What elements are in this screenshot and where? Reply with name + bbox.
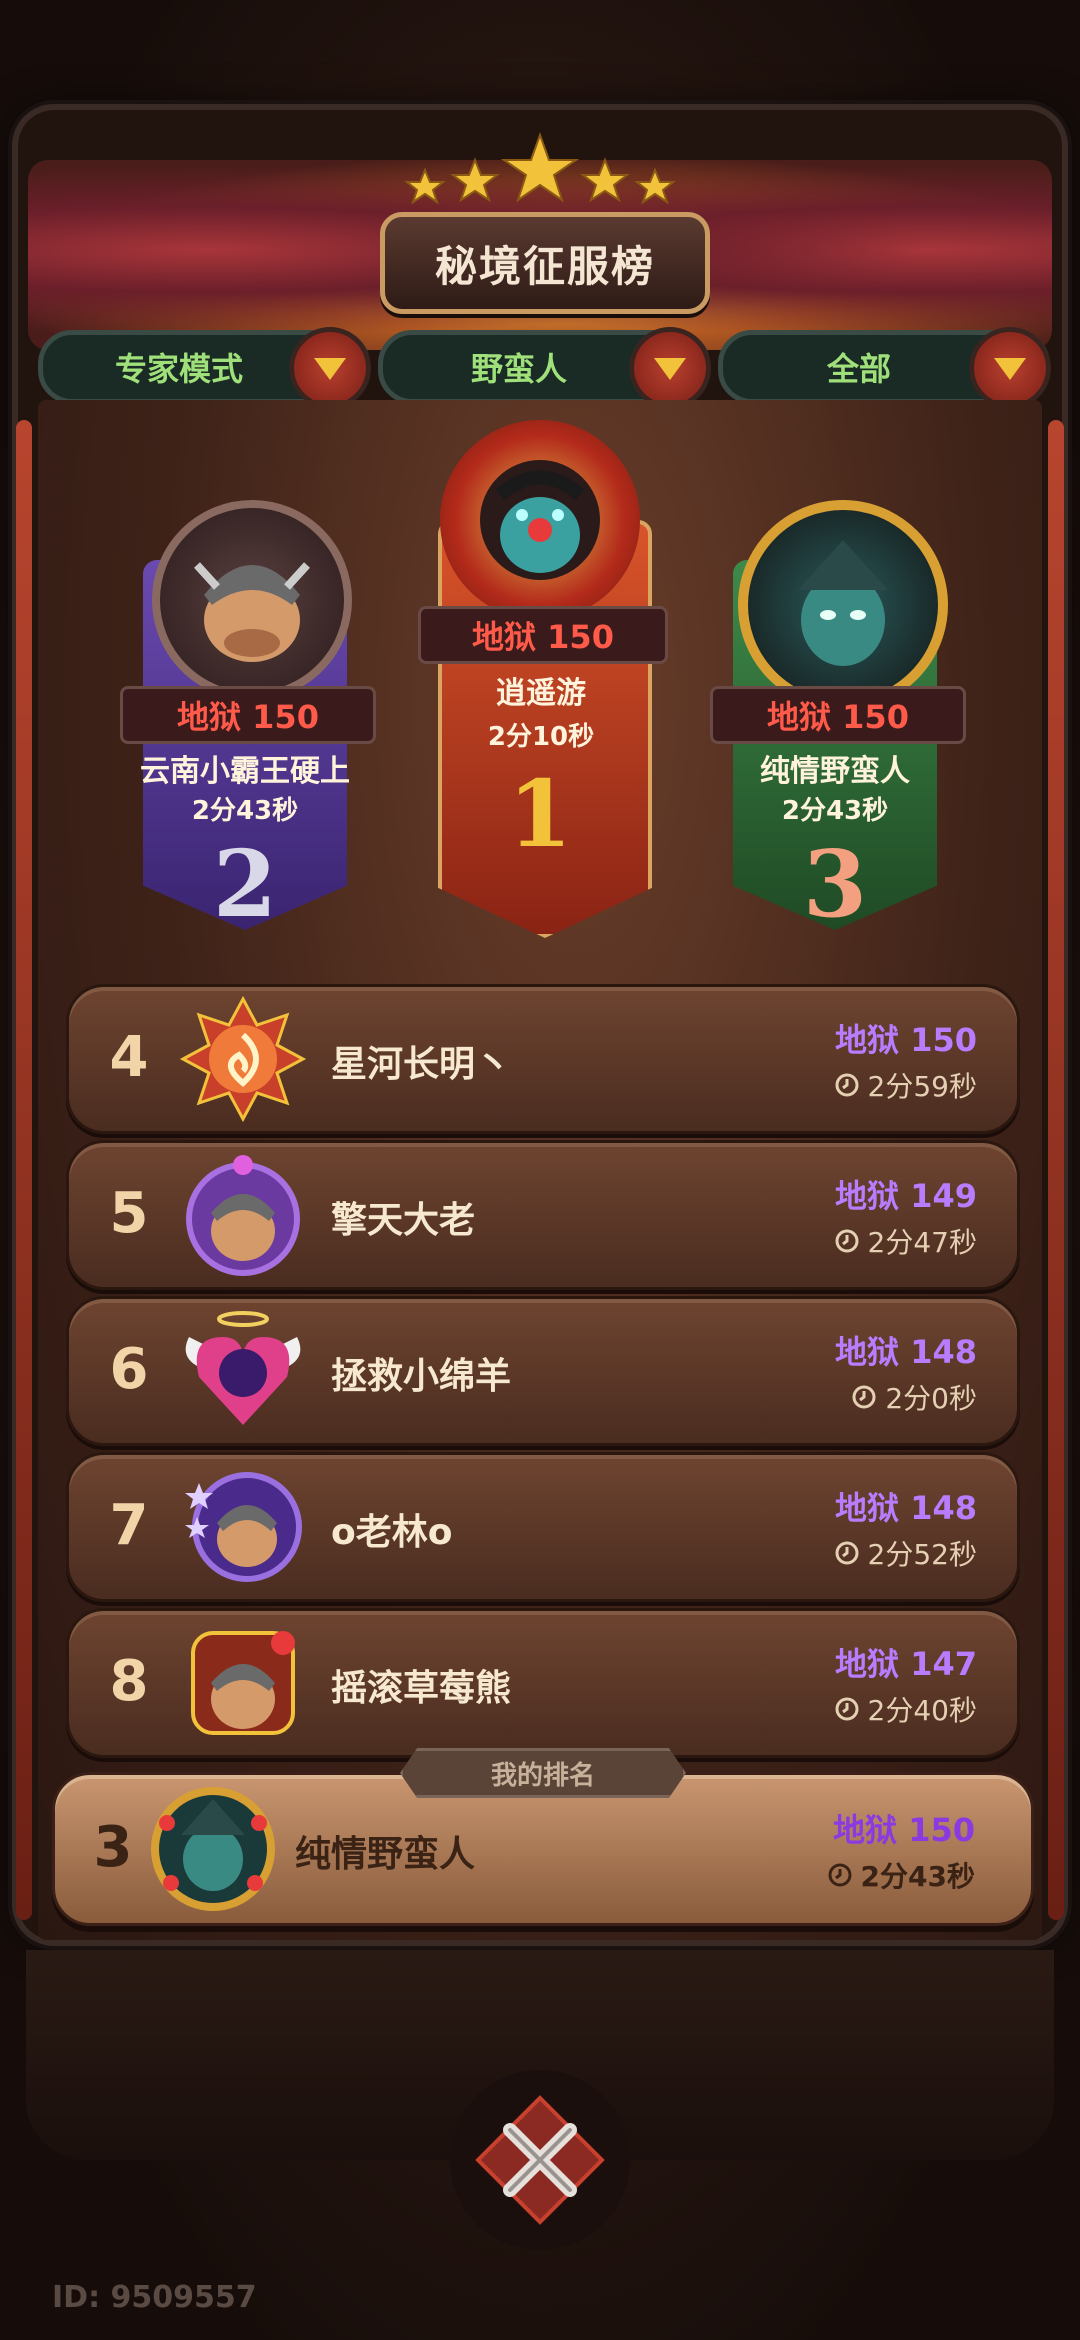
player-name: o老林o [331,1512,453,1553]
rank-number: 7 [109,1493,149,1558]
player-name: 摇滚草莓熊 [331,1668,512,1709]
player-time-value: 2分40秒 [867,1694,977,1727]
podium-rank-3: 3 [802,830,867,938]
podium-name-2: 云南小霸王硬上 [140,754,350,789]
rank-number: 6 [109,1337,149,1402]
my-rank-label: 我的排名 [400,1748,686,1798]
circus-avatar-icon [191,1631,295,1735]
star-icon [404,167,446,205]
player-level: 地狱 148 [835,1333,977,1371]
rank-number: 8 [109,1649,149,1714]
page-title: 秘境征服榜 [380,212,710,314]
avatar[interactable] [440,420,640,620]
barbarian-avatar-icon [194,562,310,662]
stars-decoration [404,132,676,205]
filter-mode-dropdown[interactable]: 专家模式 [38,327,371,409]
podium-level-3: 地狱 150 [710,686,966,744]
list-item[interactable]: 4 星河长明丶 地狱 150 2分59秒 [66,984,1020,1134]
podium-time-2: 2分43秒 [191,796,299,826]
podium-level-1: 地狱 150 [418,606,668,664]
my-player-name: 纯情野蛮人 [295,1834,476,1875]
player-level: 地狱 147 [835,1645,977,1683]
my-player-level: 地狱 150 [833,1811,975,1849]
purple-frame-avatar-icon [186,1155,300,1276]
rank-number: 4 [109,1025,149,1090]
heart-wings-avatar-icon [185,1311,301,1425]
player-level: 地狱 148 [835,1489,977,1527]
avatar[interactable] [738,500,948,710]
star-icon [580,157,630,203]
player-time-value: 2分0秒 [885,1382,977,1415]
podium-time-1: 2分10秒 [487,722,595,752]
chevron-down-icon[interactable] [969,327,1051,409]
clock-icon [835,1697,859,1721]
list-item[interactable]: 6 拯救小绵羊 地狱 148 2分0秒 [66,1296,1020,1446]
star-icon [450,157,500,203]
close-icon [475,2095,605,2225]
side-rail-right [1048,420,1064,1920]
player-time: 2分40秒 [834,1689,977,1729]
clown-avatar-icon [480,460,600,580]
clock-icon [828,1863,852,1887]
list-item[interactable]: 8 摇滚草莓熊 地狱 147 2分40秒 [66,1608,1020,1758]
player-level: 地狱 150 [835,1021,977,1059]
star-icon [500,132,580,203]
fire-emblem-avatar-icon [179,995,307,1123]
clock-icon [835,1541,859,1565]
rank-number: 5 [109,1181,149,1246]
clock-icon [835,1073,859,1097]
podium-name-1: 逍遥游 [496,676,586,711]
player-time: 2分47秒 [834,1221,977,1261]
player-time: 2分0秒 [851,1377,977,1417]
my-player-time-value: 2分43秒 [860,1860,975,1893]
player-name: 擎天大老 [331,1200,476,1241]
list-item[interactable]: 5 擎天大老 地狱 149 2分47秒 [66,1140,1020,1290]
close-button[interactable] [450,2070,630,2250]
filter-class-dropdown[interactable]: 野蛮人 [378,327,711,409]
player-time: 2分59秒 [834,1065,977,1105]
podium-level-2: 地狱 150 [120,686,376,744]
podium-time-3: 2分43秒 [781,796,889,826]
chevron-down-icon[interactable] [629,327,711,409]
player-name: 拯救小绵羊 [331,1356,512,1397]
chevron-down-icon[interactable] [289,327,371,409]
side-rail-left [16,420,32,1920]
podium-rank-1: 1 [507,760,572,868]
player-time-value: 2分59秒 [867,1070,977,1103]
list-item[interactable]: 7 o老林o 地狱 148 2分52秒 [66,1452,1020,1602]
player-name: 星河长明丶 [331,1044,512,1085]
player-time-value: 2分52秒 [867,1538,977,1571]
avatar[interactable] [152,500,352,700]
podium-name-3: 纯情野蛮人 [760,754,910,789]
player-time: 2分52秒 [834,1533,977,1573]
filter-scope-dropdown[interactable]: 全部 [718,327,1051,409]
my-player-time: 2分43秒 [827,1855,975,1895]
user-id: ID: 9509557 [52,2280,257,2315]
moon-star-avatar-icon [185,1472,302,1582]
player-time-value: 2分47秒 [867,1226,977,1259]
clock-icon [852,1385,876,1409]
clock-icon [835,1229,859,1253]
teal-warrior-avatar-icon [151,1787,275,1911]
player-level: 地狱 149 [835,1177,977,1215]
teal-warrior-avatar-icon [798,540,888,666]
my-rank-number: 3 [93,1815,133,1880]
podium-rank-2: 2 [212,830,277,938]
star-icon [634,167,676,205]
